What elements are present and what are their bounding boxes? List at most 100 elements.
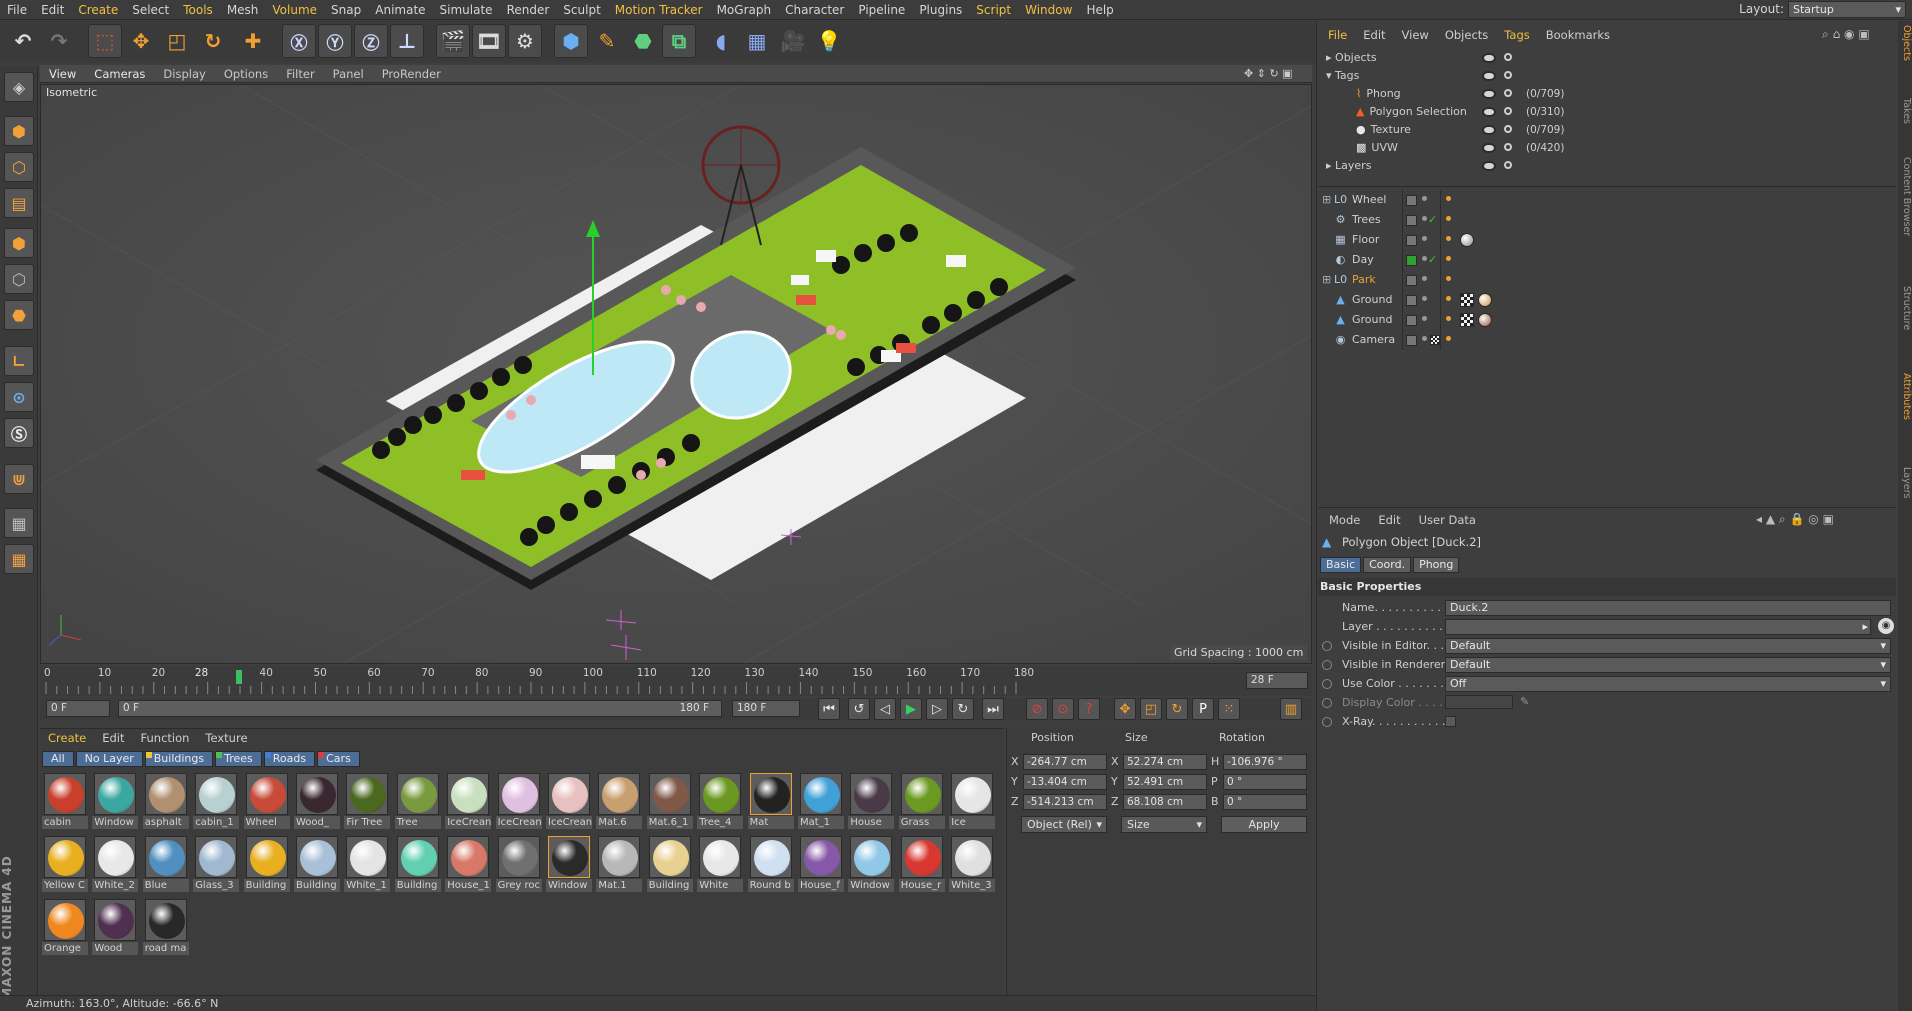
play-icon[interactable]: ▶	[900, 698, 922, 720]
material-swatch[interactable]: White_2	[92, 834, 139, 892]
layer-square[interactable]	[1406, 315, 1417, 326]
material-swatch[interactable]: House	[848, 771, 895, 829]
side-tab-takes[interactable]: Takes	[1898, 98, 1912, 124]
menu-character[interactable]: Character	[778, 0, 851, 20]
material-swatch[interactable]: cabin	[42, 771, 88, 829]
attribute-tab-phong[interactable]: Phong	[1413, 557, 1460, 573]
menu-animate[interactable]: Animate	[368, 0, 432, 20]
material-swatch[interactable]: road ma	[142, 897, 189, 955]
home-icon[interactable]: ⌂	[1833, 27, 1841, 41]
layer-filter-no-layer[interactable]: No Layer	[75, 751, 143, 767]
new-window-icon[interactable]: ▣	[1823, 512, 1834, 526]
lens-icon[interactable]	[1504, 161, 1512, 169]
menu-motion-tracker[interactable]: Motion Tracker	[608, 0, 710, 20]
material-swatch[interactable]: Grey roc	[495, 834, 542, 892]
object-row-ground[interactable]: ▲ Ground	[1320, 310, 1896, 330]
apply-button[interactable]: Apply	[1221, 816, 1307, 833]
cube-primitive-icon[interactable]: ⬢	[554, 24, 588, 58]
object-row-park[interactable]: ⊞ L0 Park	[1320, 270, 1896, 290]
lock-icon[interactable]: 🔒	[1789, 512, 1804, 526]
eye-icon[interactable]	[1482, 107, 1496, 117]
eye-icon[interactable]	[1482, 89, 1496, 99]
menu-script[interactable]: Script	[969, 0, 1018, 20]
x-axis-lock-icon[interactable]: Ⓧ	[282, 24, 316, 58]
go-to-end-icon[interactable]: ⏭	[982, 698, 1004, 720]
menu-simulate[interactable]: Simulate	[433, 0, 500, 20]
rot-h-field[interactable]: -106.976 °	[1223, 754, 1307, 770]
lens-icon[interactable]	[1504, 125, 1512, 133]
material-swatch[interactable]: House_f	[798, 834, 844, 892]
magnet-icon[interactable]: ⋓	[4, 464, 34, 494]
render-view-icon[interactable]: 🎬	[436, 24, 470, 58]
redo-icon[interactable]: ↷	[42, 24, 76, 58]
target-icon[interactable]: ◎	[1808, 512, 1818, 526]
animate-radio[interactable]	[1322, 660, 1332, 670]
object-row-trees[interactable]: ⚙ Trees ✓	[1320, 210, 1896, 230]
rot-p-field[interactable]: 0 °	[1223, 774, 1307, 790]
pan-icon[interactable]: ✥	[1244, 67, 1253, 80]
property-value-3[interactable]: Default ▾	[1445, 657, 1891, 673]
last-tool-icon[interactable]: ✚	[236, 24, 270, 58]
material-swatch[interactable]: cabin_1	[193, 771, 240, 829]
pos-y-field[interactable]: -13.404 cm	[1023, 774, 1107, 790]
menu-window[interactable]: Window	[1018, 0, 1079, 20]
material-swatch[interactable]: Wood	[92, 897, 139, 955]
pick-object-icon[interactable]: ◉	[1878, 618, 1894, 634]
live-selection-icon[interactable]: ⬚	[88, 24, 122, 58]
start-frame-field[interactable]: 0 F	[46, 700, 110, 717]
layer-square[interactable]	[1406, 275, 1417, 286]
menu-pipeline[interactable]: Pipeline	[851, 0, 912, 20]
tag-menu-file[interactable]: File	[1320, 26, 1355, 44]
material-swatch[interactable]: Window	[546, 834, 592, 892]
material-swatch[interactable]: asphalt	[142, 771, 189, 829]
timeline[interactable]: 0 10 20 28 40 50 60 70 80 90 100 110 120 130 140 150 160…	[40, 666, 1312, 696]
prev-frame-icon[interactable]: ◁	[874, 698, 896, 720]
menu-help[interactable]: Help	[1079, 0, 1120, 20]
eye-icon[interactable]	[1482, 125, 1496, 135]
key-position-icon[interactable]: ✥	[1114, 698, 1136, 720]
side-tab-objects[interactable]: Objects	[1898, 25, 1912, 61]
axis-mode-icon[interactable]: ∟	[4, 346, 34, 376]
tag-group-tags[interactable]: ▾ Tags	[1326, 67, 1359, 85]
attribute-menu-user-data[interactable]: User Data	[1410, 511, 1485, 529]
material-swatch[interactable]: Round b	[747, 834, 794, 892]
collapse-icon[interactable]: ▾	[1326, 69, 1332, 82]
auto-key-icon[interactable]: ⊙	[1052, 698, 1074, 720]
material-swatch[interactable]: House_r	[898, 834, 945, 892]
coordinate-system-icon[interactable]: ⊥	[390, 24, 424, 58]
xray-checkbox[interactable]	[1445, 716, 1456, 727]
new-window-icon[interactable]: ▣	[1858, 27, 1869, 41]
material-swatch[interactable]: Building	[243, 834, 290, 892]
key-pla-icon[interactable]: ⁙	[1218, 698, 1240, 720]
light-icon[interactable]: 💡	[812, 24, 846, 58]
material-swatch[interactable]: Ice	[949, 771, 996, 829]
visibility-dot[interactable]	[1422, 236, 1427, 241]
material-swatch[interactable]: IceCrean	[546, 771, 592, 829]
material-swatch[interactable]: Grass	[898, 771, 945, 829]
property-value-4[interactable]: Off ▾	[1445, 676, 1891, 692]
tag-row[interactable]: ⌇ Phong	[1356, 85, 1401, 103]
tag-menu-tags[interactable]: Tags	[1496, 26, 1537, 44]
tag-row[interactable]: ▩ UVW	[1356, 139, 1398, 157]
material-swatch[interactable]: Mat.6	[596, 771, 643, 829]
object-row-ground[interactable]: ▲ Ground	[1320, 290, 1896, 310]
material-swatch[interactable]: IceCrean	[495, 771, 542, 829]
range-slider[interactable]: 0 F 180 F	[118, 700, 722, 717]
layer-filter-roads[interactable]: Roads	[263, 751, 316, 767]
side-tab-layers[interactable]: Layers	[1898, 467, 1912, 498]
viewport-nav-icons[interactable]: ✥ ⇕ ↻ ▣	[1244, 67, 1308, 81]
layer-square[interactable]	[1406, 255, 1417, 266]
lens-icon[interactable]	[1504, 53, 1512, 61]
size-z-field[interactable]: 68.108 cm	[1123, 794, 1207, 810]
layer-filter-buildings[interactable]: Buildings	[144, 751, 214, 767]
eyedropper-icon[interactable]: ✎	[1520, 695, 1529, 708]
material-swatch[interactable]: Window	[848, 834, 895, 892]
animate-radio[interactable]	[1322, 641, 1332, 651]
rot-b-field[interactable]: 0 °	[1223, 794, 1307, 810]
current-frame-field[interactable]: 28 F	[1246, 672, 1308, 689]
attribute-menu-edit[interactable]: Edit	[1369, 511, 1409, 529]
material-swatch[interactable]: Yellow C	[42, 834, 88, 892]
material-swatch[interactable]: Orange	[42, 897, 88, 955]
animate-radio[interactable]	[1322, 698, 1332, 708]
workplane-icon[interactable]: ▤	[4, 188, 34, 218]
